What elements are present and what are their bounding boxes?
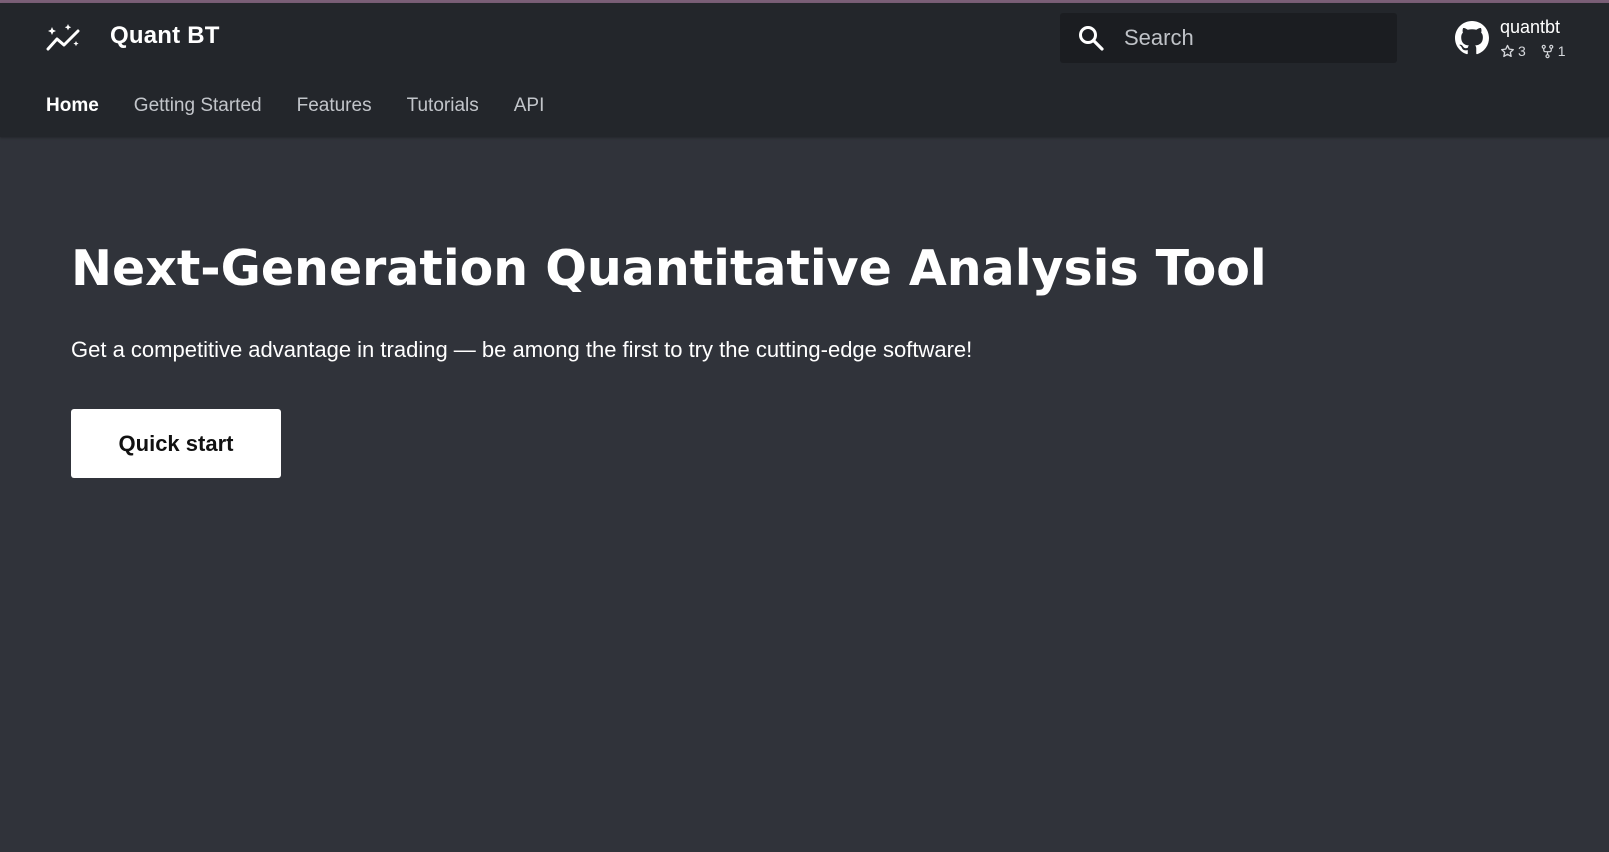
search-input[interactable] (1124, 13, 1384, 63)
main-nav: Home Getting Started Features Tutorials … (46, 95, 544, 117)
stars-count: 3 (1518, 43, 1526, 59)
nav-item-features[interactable]: Features (297, 95, 372, 117)
search-box[interactable] (1060, 13, 1397, 63)
star-icon (1501, 44, 1514, 57)
repo-stats: 3 1 (1500, 43, 1566, 59)
nav-item-api[interactable]: API (514, 95, 545, 117)
nav-item-getting-started[interactable]: Getting Started (134, 95, 262, 117)
search-icon (1079, 26, 1104, 51)
repo-link[interactable]: quantbt 3 1 (1453, 15, 1603, 65)
repo-stars: 3 (1500, 43, 1526, 59)
hero-title: Next-Generation Quantitative Analysis To… (71, 240, 1267, 297)
hero-subtitle: Get a competitive advantage in trading —… (71, 337, 973, 362)
repo-name: quantbt (1500, 17, 1561, 37)
site-title[interactable]: Quant BT (110, 22, 220, 50)
fork-icon (1541, 44, 1554, 58)
nav-item-home[interactable]: Home (46, 95, 99, 117)
auto-graph-icon[interactable] (46, 23, 82, 53)
repo-forks: 1 (1540, 43, 1566, 59)
github-icon (1455, 21, 1489, 55)
quick-start-button[interactable]: Quick start (71, 409, 281, 478)
nav-item-tutorials[interactable]: Tutorials (407, 95, 479, 117)
forks-count: 1 (1557, 43, 1566, 59)
site-header: Quant BT quantbt 3 (0, 3, 1609, 137)
